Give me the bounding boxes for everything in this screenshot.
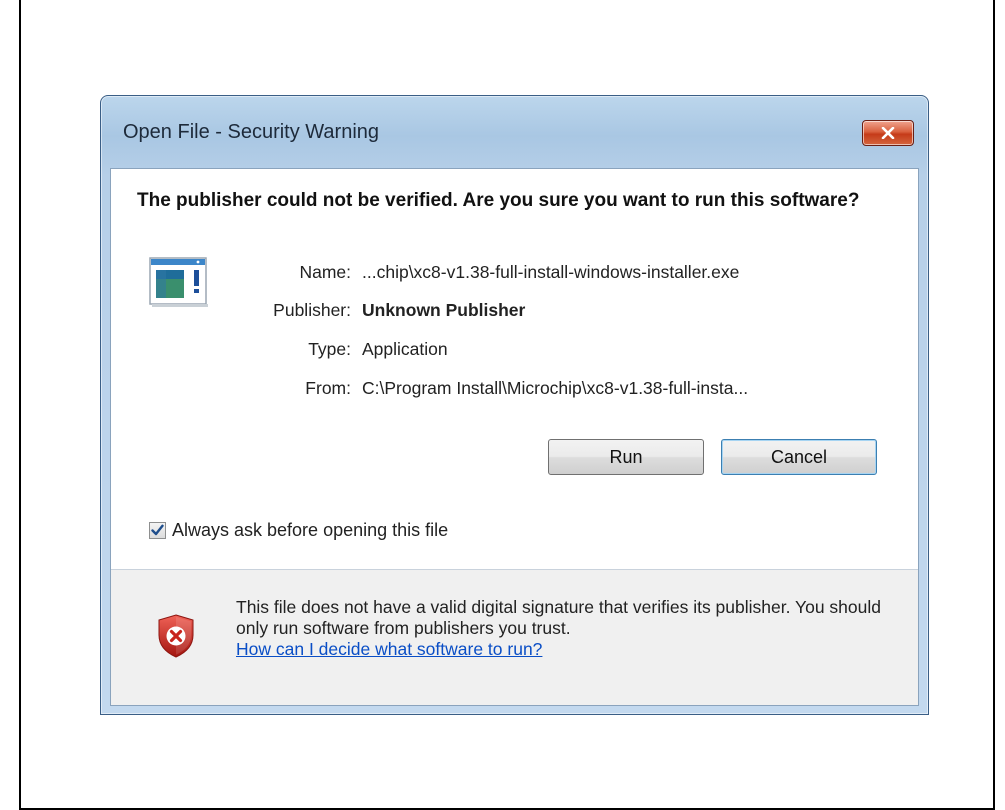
dialog-title: Open File - Security Warning: [123, 121, 380, 143]
warning-heading: The publisher could not be verified. Are…: [137, 190, 860, 211]
title-bar: Open File - Security Warning: [101, 96, 928, 168]
security-warning-dialog: Open File - Security Warning The publish…: [100, 95, 929, 715]
close-icon: [881, 127, 895, 139]
footer-panel: This file does not have a valid digital …: [111, 570, 918, 705]
shield-error-icon: [158, 614, 194, 658]
close-button[interactable]: [862, 120, 914, 146]
signature-warning-text: This file does not have a valid digital …: [236, 597, 881, 638]
type-label: Type:: [308, 339, 351, 359]
main-panel: The publisher could not be verified. Are…: [111, 169, 918, 569]
always-ask-checkbox[interactable]: [149, 521, 166, 539]
publisher-value: Unknown Publisher: [362, 300, 526, 320]
publisher-label: Publisher:: [273, 300, 351, 320]
dialog-content: The publisher could not be verified. Are…: [110, 168, 919, 706]
type-value: Application: [362, 339, 448, 359]
always-ask-option[interactable]: Always ask before opening this file: [149, 519, 448, 541]
cancel-button[interactable]: Cancel: [721, 439, 877, 475]
from-label: From:: [305, 378, 351, 398]
from-value: C:\Program Install\Microchip\xc8-v1.38-f…: [362, 378, 749, 398]
name-label: Name:: [299, 262, 351, 282]
run-button[interactable]: Run: [548, 439, 704, 475]
footer-message: This file does not have a valid digital …: [236, 597, 896, 660]
always-ask-label: Always ask before opening this file: [172, 519, 449, 540]
help-link[interactable]: How can I decide what software to run?: [236, 639, 542, 659]
name-value: ...chip\xc8-v1.38-full-install-windows-i…: [362, 262, 740, 282]
checkmark-icon: [151, 524, 164, 536]
